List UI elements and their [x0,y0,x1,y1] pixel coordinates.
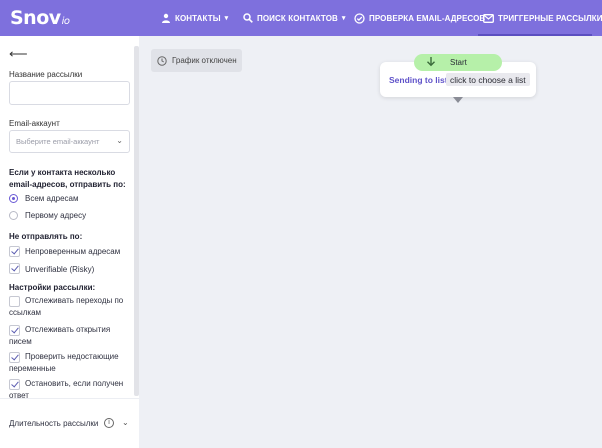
multiple-emails-heading: Если у контакта несколько email-адресов,… [9,168,126,189]
nav-contacts[interactable]: КОНТАКТЫ ▾ [161,0,228,36]
checkbox-unverified-addresses[interactable] [9,246,20,257]
campaign-settings-heading: Настройки рассылки: [9,283,96,292]
sending-to-list-label[interactable]: Sending to list [389,75,448,85]
check-circle-icon [354,12,365,24]
clock-icon [157,55,167,66]
logo-main-text: Snov [10,7,61,29]
graph-disabled-label: График отключен [172,56,237,65]
top-navigation-bar: Snovio КОНТАКТЫ ▾ ПОИСК КОНТАКТОВ ▾ ПРОВ… [0,0,602,36]
radio-first-address[interactable] [9,211,18,220]
search-icon [243,13,253,23]
nav-email-verification[interactable]: ПРОВЕРКА EMAIL-АДРЕСОВ [354,0,485,36]
checkbox-unverifiable-risky[interactable] [9,263,20,274]
chevron-down-icon: ▾ [341,15,346,22]
snovio-logo[interactable]: Snovio [10,7,70,29]
nav-search-contacts[interactable]: ПОИСК КОНТАКТОВ ▾ [243,0,346,36]
logo-suffix-text: io [61,16,70,27]
chevron-down-icon: ⌄ [116,136,123,145]
nav-trigger-campaigns[interactable]: ТРИГГЕРНЫЕ РАССЫЛКИ [483,0,602,36]
campaign-duration-toggle[interactable]: Длительность рассылки [9,419,98,428]
info-icon[interactable]: i [104,418,114,428]
checkbox-unverified-addresses-label: Непроверенным адресам [25,247,121,256]
chevron-down-icon: ▾ [224,15,229,22]
email-account-label: Email-аккаунт [9,119,60,128]
arrow-left-icon[interactable]: ⟵ [9,46,28,62]
checkbox-track-clicks-label: Отслеживать переходы по ссылкам [9,296,124,317]
person-icon [162,13,170,23]
radio-first-address-label: Первому адресу [25,211,87,220]
do-not-send-heading: Не отправлять по: [9,232,83,241]
start-label: Start [450,58,467,67]
campaign-settings-sidebar: ⟵ Название рассылки Email-аккаунт Выбери… [0,36,139,448]
nav-trigger-campaigns-label: ТРИГГЕРНЫЕ РАССЫЛКИ [498,13,602,23]
email-account-select[interactable]: Выберите email-аккаунт ⌄ [9,130,130,153]
nav-search-contacts-label: ПОИСК КОНТАКТОВ [257,13,338,23]
email-account-placeholder: Выберите email-аккаунт [16,137,100,146]
checkbox-check-variables-label: Проверить недостающие переменные [9,352,119,373]
campaign-name-label: Название рассылки [9,70,83,79]
nav-contacts-label: КОНТАКТЫ [175,13,221,23]
workflow-canvas[interactable]: График отключен Sending to list click to… [139,36,602,448]
campaign-name-input[interactable] [9,81,130,105]
checkbox-track-opens-label: Отслеживать открытия писем [9,325,111,346]
checkbox-unverifiable-risky-label: Unverifiable (Risky) [25,265,95,274]
sidebar-divider [0,398,139,399]
radio-all-addresses-label: Всем адресам [25,194,79,203]
arrow-down-icon [427,57,435,67]
envelope-icon [483,13,494,23]
radio-all-addresses[interactable] [9,194,18,203]
start-node[interactable]: Start [414,54,502,71]
graph-disabled-badge[interactable]: График отключен [151,49,242,72]
choose-list-button[interactable]: click to choose a list [446,73,530,86]
node-connector-arrow [453,97,463,103]
chevron-down-icon[interactable]: ⌄ [122,418,129,427]
nav-email-verification-label: ПРОВЕРКА EMAIL-АДРЕСОВ [369,13,486,23]
